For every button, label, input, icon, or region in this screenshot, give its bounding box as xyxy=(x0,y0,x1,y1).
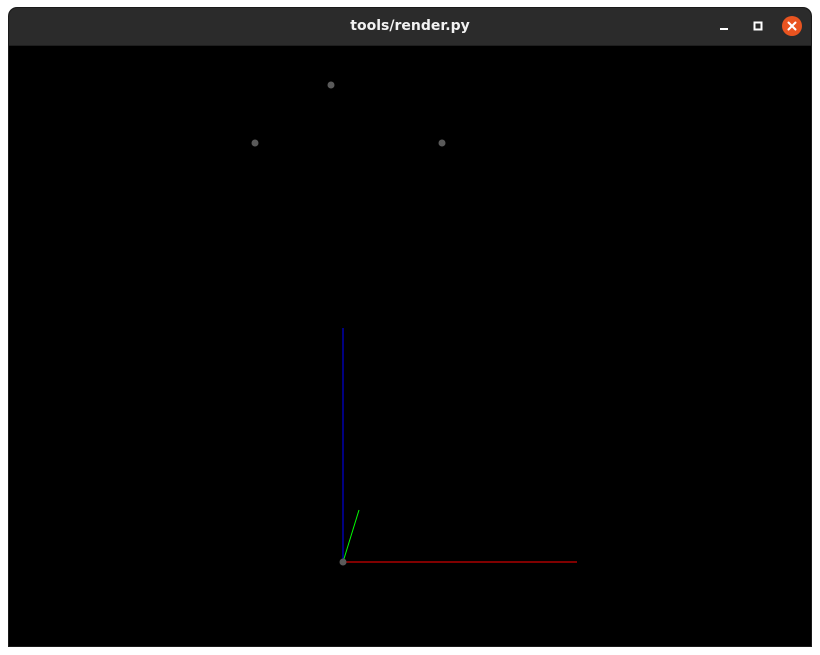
minimize-icon xyxy=(720,28,728,30)
minimize-button[interactable] xyxy=(714,16,734,36)
close-icon xyxy=(787,21,797,31)
title-bar[interactable]: tools/render.py xyxy=(9,8,811,46)
origin-point xyxy=(339,558,347,566)
app-window: tools/render.py xyxy=(9,8,811,646)
render-viewport[interactable] xyxy=(9,46,811,646)
scene-canvas xyxy=(251,81,577,566)
scene-point xyxy=(327,81,335,89)
maximize-icon xyxy=(753,21,763,31)
close-button[interactable] xyxy=(782,16,802,36)
scene-point xyxy=(251,139,259,147)
maximize-button[interactable] xyxy=(748,16,768,36)
scene-point xyxy=(438,139,446,147)
y-axis-line xyxy=(342,509,360,563)
window-title: tools/render.py xyxy=(350,18,470,34)
